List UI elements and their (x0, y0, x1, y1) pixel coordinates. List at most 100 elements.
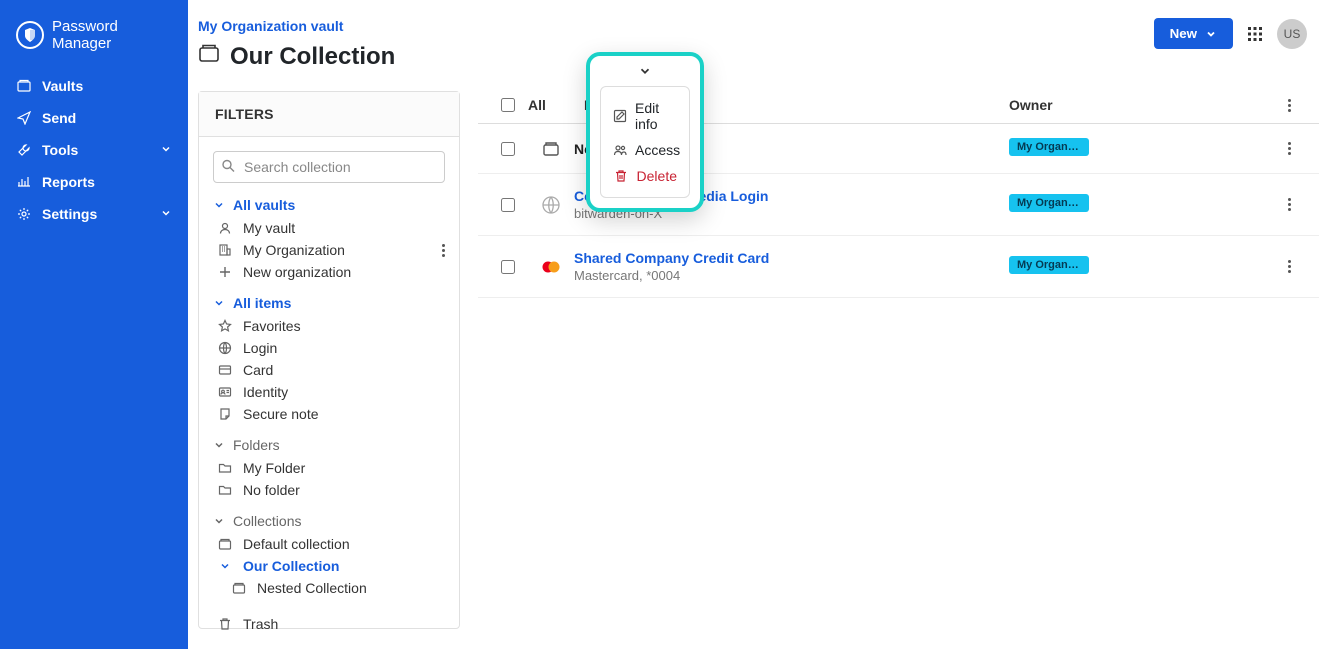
menu-delete[interactable]: Delete (601, 163, 689, 189)
owner-badge: My Organiz... (1009, 138, 1089, 156)
filter-my-organization[interactable]: My Organization (213, 239, 445, 261)
sidebar: Password Manager Vaults Send Tools Repor… (0, 0, 188, 649)
filter-label: No folder (243, 482, 300, 498)
filter-secure-note[interactable]: Secure note (213, 403, 445, 425)
chevron-down-icon (213, 297, 225, 309)
filter-my-folder[interactable]: My Folder (213, 457, 445, 479)
nav-settings[interactable]: Settings (0, 198, 188, 230)
filter-identity[interactable]: Identity (213, 381, 445, 403)
collection-icon (528, 140, 574, 158)
search-icon (221, 159, 235, 176)
filter-folders[interactable]: Folders (213, 433, 445, 457)
row-checkbox[interactable] (501, 198, 515, 212)
nav-label: Vaults (42, 78, 83, 94)
menu-label: Access (635, 142, 680, 158)
filter-label: My vault (243, 220, 295, 236)
kebab-menu-icon[interactable] (442, 244, 445, 257)
filters-heading: FILTERS (199, 92, 459, 137)
star-icon (217, 319, 233, 333)
filter-label: Collections (233, 513, 301, 529)
user-icon (217, 221, 233, 235)
apps-grid-icon[interactable] (1247, 26, 1263, 42)
content: FILTERS All vaults My vault (188, 71, 1329, 649)
chevron-down-icon (217, 560, 233, 572)
col-owner: Owner (1009, 97, 1269, 113)
top-right: New US (1154, 18, 1307, 49)
chevron-down-icon (213, 199, 225, 211)
filter-label: My Folder (243, 460, 305, 476)
row-menu-icon[interactable] (1288, 142, 1291, 155)
row-menu-icon[interactable] (1288, 198, 1291, 211)
menu-label: Delete (637, 168, 677, 184)
filter-no-folder[interactable]: No folder (213, 479, 445, 501)
owner-badge: My Organiz... (1009, 194, 1089, 212)
filter-trash[interactable]: Trash (213, 613, 445, 635)
nav-tools[interactable]: Tools (0, 134, 188, 166)
filter-default-collection[interactable]: Default collection (213, 533, 445, 555)
filter-login[interactable]: Login (213, 337, 445, 359)
send-icon (16, 111, 32, 125)
filter-new-organization[interactable]: New organization (213, 261, 445, 283)
filter-card[interactable]: Card (213, 359, 445, 381)
filter-label: Folders (233, 437, 280, 453)
folder-icon (217, 483, 233, 497)
menu-access[interactable]: Access (601, 137, 689, 163)
card-icon (217, 363, 233, 377)
filter-our-collection[interactable]: Our Collection (213, 555, 445, 577)
globe-icon (217, 341, 233, 355)
plus-icon (217, 265, 233, 279)
nav-label: Reports (42, 174, 95, 190)
nav-send[interactable]: Send (0, 102, 188, 134)
chevron-down-icon (1205, 28, 1217, 40)
item-subtitle: Mastercard, *0004 (574, 268, 1009, 283)
col-all[interactable]: All (528, 97, 584, 113)
logo-icon (16, 21, 44, 49)
filter-label: My Organization (243, 242, 345, 258)
nav-vaults[interactable]: Vaults (0, 70, 188, 102)
trash-icon (217, 617, 233, 631)
collection-menu-popover: Edit info Access Delete (586, 52, 704, 212)
avatar[interactable]: US (1277, 19, 1307, 49)
row-checkbox[interactable] (501, 142, 515, 156)
owner-badge: My Organiz... (1009, 256, 1089, 274)
filter-label: Default collection (243, 536, 350, 552)
breadcrumb[interactable]: My Organization vault (198, 18, 395, 34)
main: My Organization vault Our Collection New… (188, 0, 1329, 649)
pencil-icon (613, 109, 627, 123)
select-all-checkbox[interactable] (501, 98, 515, 112)
filter-label: Favorites (243, 318, 301, 334)
filter-favorites[interactable]: Favorites (213, 315, 445, 337)
filter-label: All items (233, 295, 291, 311)
header-menu-icon[interactable] (1288, 99, 1291, 112)
nav-reports[interactable]: Reports (0, 166, 188, 198)
new-button-label: New (1170, 26, 1197, 41)
page-title-text: Our Collection (230, 43, 395, 71)
menu-edit-info[interactable]: Edit info (601, 95, 689, 137)
filter-label: Secure note (243, 406, 319, 422)
search-input[interactable] (213, 151, 445, 183)
filter-label: Our Collection (243, 558, 339, 574)
users-icon (613, 143, 627, 157)
chevron-down-icon (213, 439, 225, 451)
row-menu-icon[interactable] (1288, 260, 1291, 273)
filter-label: Card (243, 362, 273, 378)
filter-label: Identity (243, 384, 288, 400)
filter-label: Trash (243, 616, 278, 632)
trash-icon (613, 169, 629, 183)
filters-panel: FILTERS All vaults My vault (198, 91, 460, 629)
chevron-down-icon (160, 206, 172, 222)
collection-menu-toggle[interactable] (590, 60, 700, 82)
menu-label: Edit info (635, 100, 677, 132)
item-name[interactable]: Shared Company Credit Card (574, 250, 769, 266)
filter-all-items[interactable]: All items (213, 291, 445, 315)
row-checkbox[interactable] (501, 260, 515, 274)
nav-label: Settings (42, 206, 97, 222)
nav: Vaults Send Tools Reports Settings (0, 64, 188, 230)
filter-my-vault[interactable]: My vault (213, 217, 445, 239)
filter-nested-collection[interactable]: Nested Collection (213, 577, 445, 599)
topbar: My Organization vault Our Collection New… (188, 0, 1329, 71)
filter-collections[interactable]: Collections (213, 509, 445, 533)
filter-all-vaults[interactable]: All vaults (213, 193, 445, 217)
new-button[interactable]: New (1154, 18, 1233, 49)
note-icon (217, 407, 233, 421)
